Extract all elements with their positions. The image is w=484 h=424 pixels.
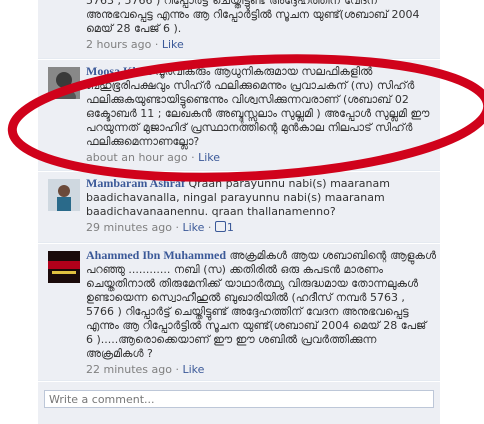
comment-thread: 5763 , 5766 ) റിപ്പോർട്ട് ചെയ്തിട്ടുണ്ട്… (38, 0, 440, 424)
comment-author[interactable]: Ahammed Ibn Muhammed (86, 248, 226, 262)
comment-time[interactable]: 29 minutes ago (86, 221, 172, 234)
comment-item: Mambaram Ashraf Qraan parayunnu nabi(s) … (38, 172, 440, 243)
comment-time[interactable]: 22 minutes ago (86, 363, 172, 376)
comment-meta: about an hour ago · Like (86, 151, 221, 164)
comment-author[interactable]: Moosa Khan (86, 64, 152, 78)
like-link[interactable]: Like (182, 363, 204, 376)
comment-text: 5763 , 5766 ) റിപ്പോർട്ട് ചെയ്തിട്ടുണ്ട്… (86, 0, 420, 35)
comment-input[interactable]: Write a comment... (44, 390, 434, 408)
comment-author[interactable]: Mambaram Ashraf (86, 176, 185, 190)
comment-item: 5763 , 5766 ) റിപ്പോർട്ട് ചെയ്തിട്ടുണ്ട്… (38, 0, 440, 59)
comment-meta: 22 minutes ago · Like (86, 363, 205, 376)
avatar[interactable] (48, 251, 80, 283)
avatar[interactable] (48, 179, 80, 211)
like-link[interactable]: Like (198, 151, 220, 164)
comment-meta: 2 hours ago · Like (86, 38, 184, 51)
comment-text: അക്രമികൾ ആയ ശബാബിന്റെ ആളുകൾ പറഞ്ഞു .....… (86, 249, 436, 360)
like-count[interactable]: 1 (214, 221, 234, 234)
write-comment-area: Write a comment... (38, 382, 440, 424)
thumbs-up-icon (214, 221, 226, 232)
avatar[interactable] (48, 67, 80, 99)
comment-time[interactable]: about an hour ago (86, 151, 188, 164)
comment-item: Ahammed Ibn Muhammed അക്രമികൾ ആയ ശബാബിന്… (38, 244, 440, 381)
like-link[interactable]: Like (162, 38, 184, 51)
comment-item: Moosa Khan പൂർവികരും ആധുനികരുമായ സലഫികളി… (38, 60, 440, 171)
like-link[interactable]: Like (182, 221, 204, 234)
comment-meta: 29 minutes ago · Like · 1 (86, 221, 234, 234)
comment-time[interactable]: 2 hours ago (86, 38, 151, 51)
